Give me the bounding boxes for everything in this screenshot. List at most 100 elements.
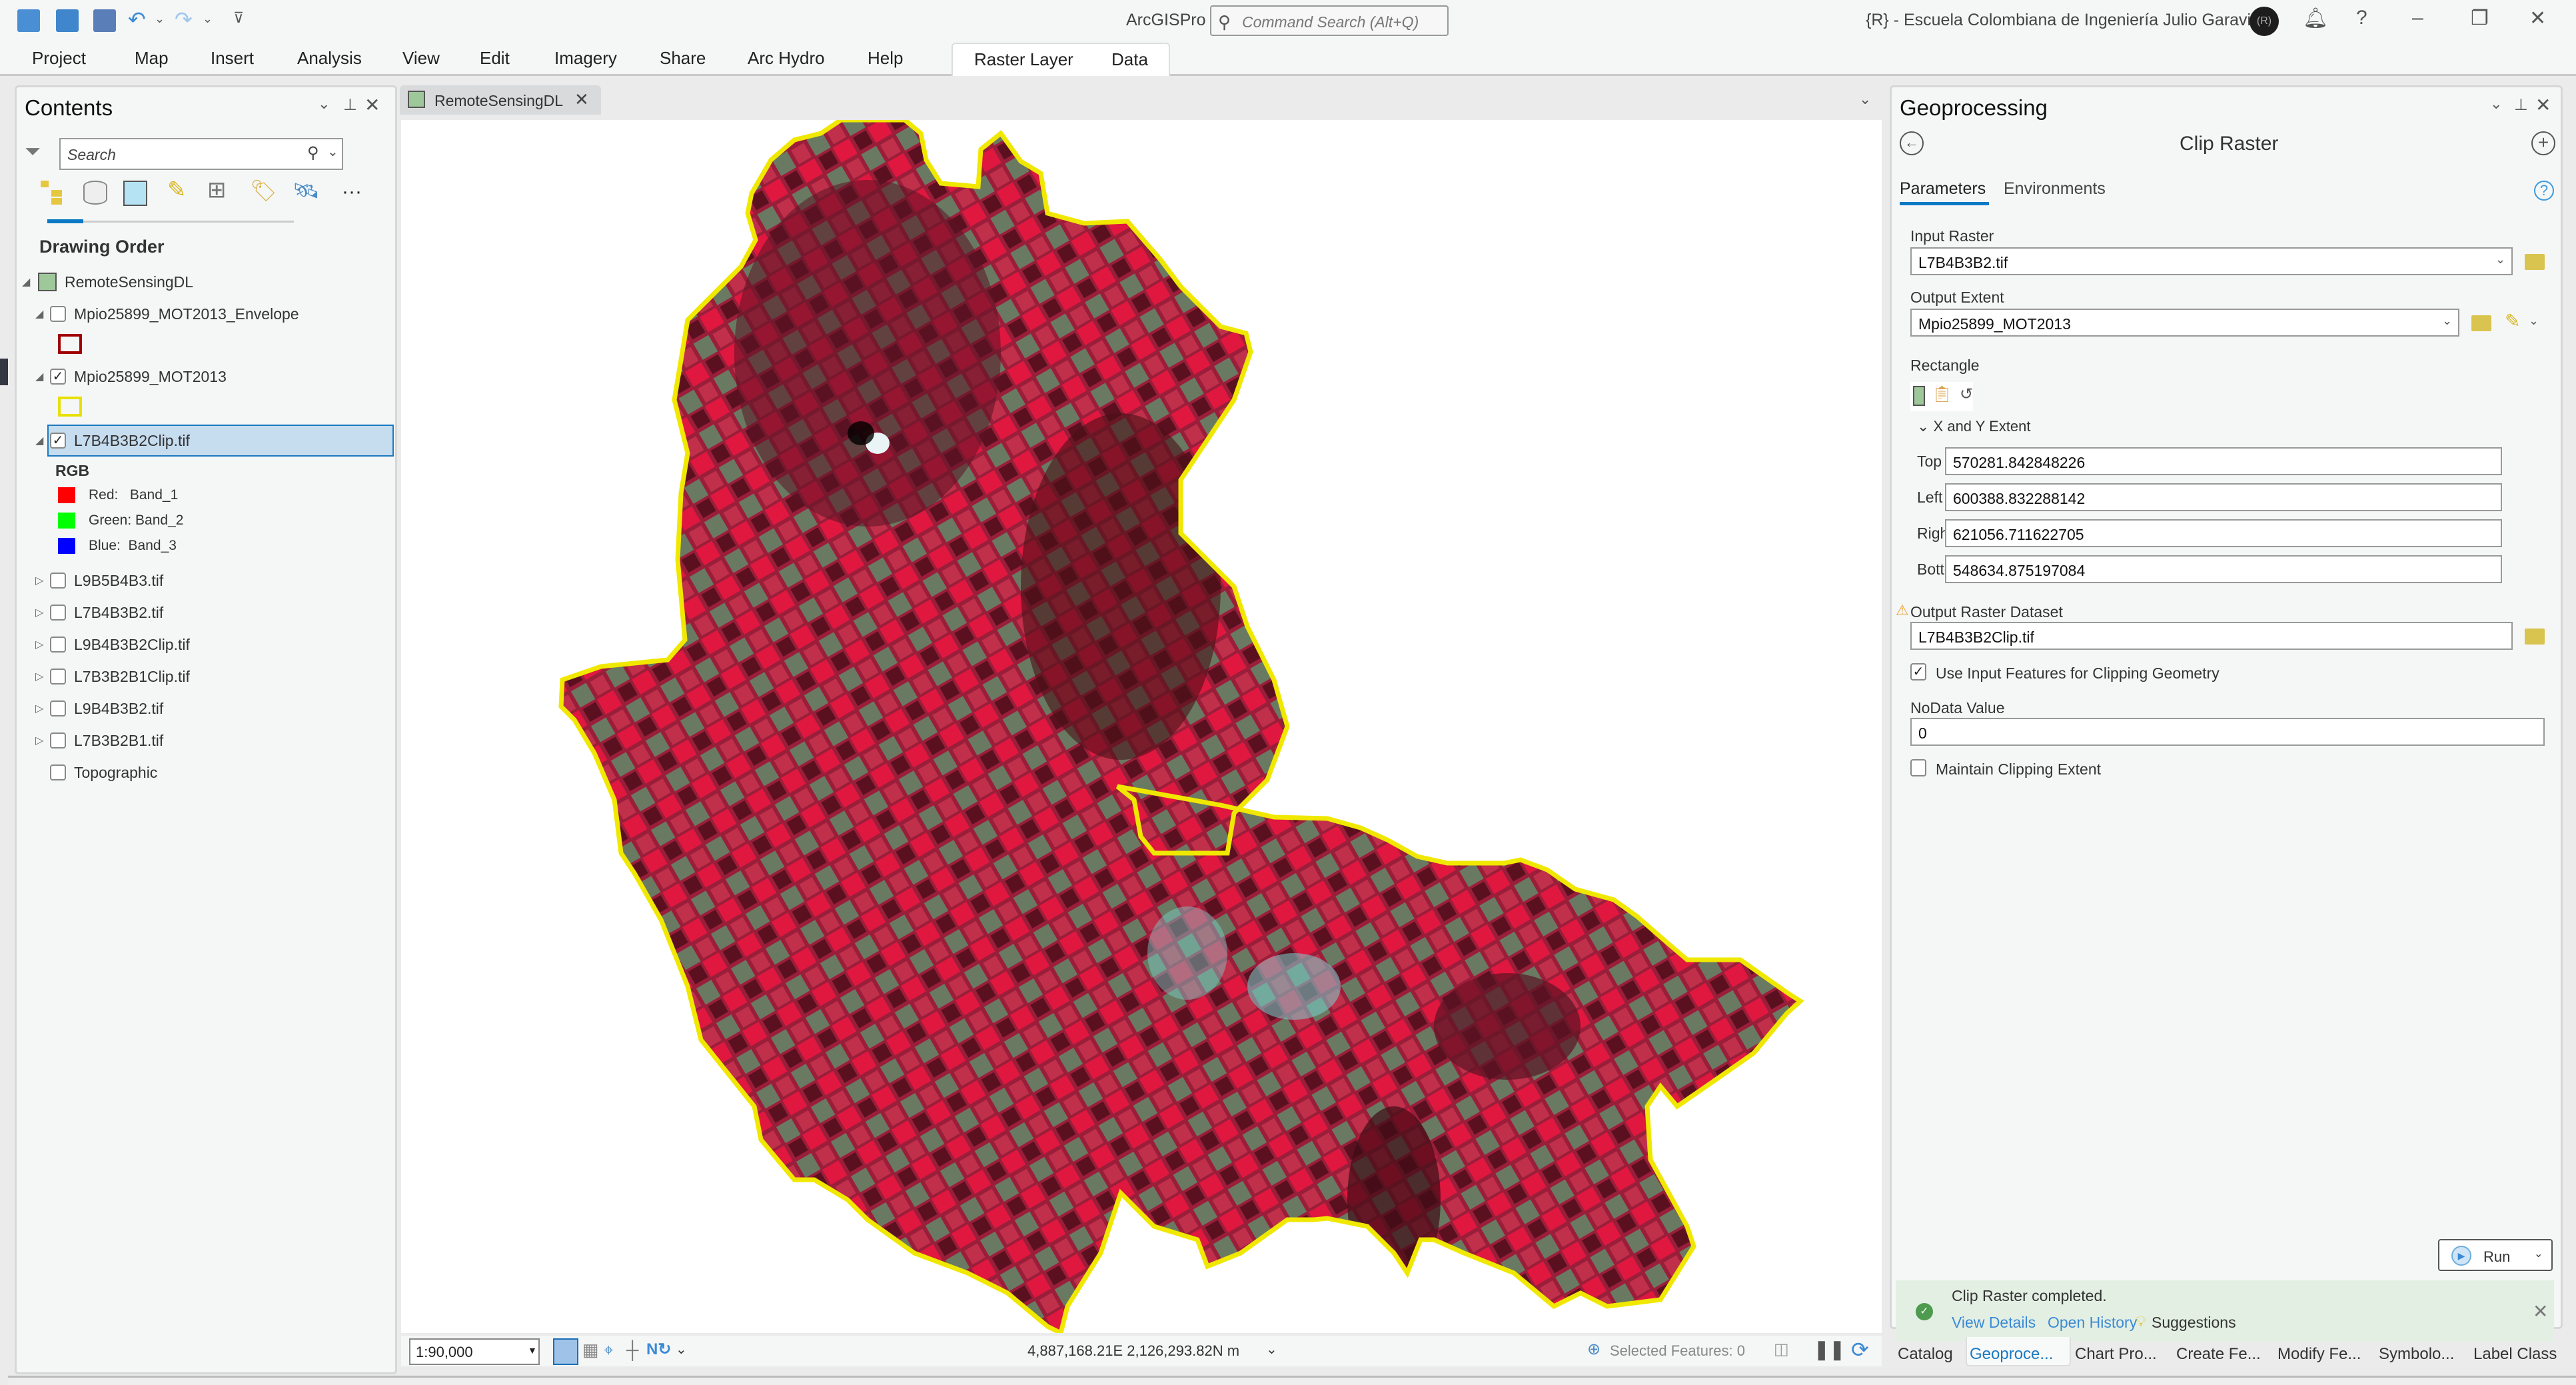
output-extent-dropdown[interactable]: Mpio25899_MOT2013 ⌄	[1910, 309, 2459, 337]
layer-row[interactable]: ◢ ✓ Mpio25899_MOT2013	[35, 363, 227, 390]
scale-selector[interactable]: 1:90,000 ▼	[409, 1338, 540, 1365]
close-pane-icon[interactable]: ✕	[364, 94, 380, 116]
map-view-tab[interactable]: RemoteSensingDL ✕	[400, 85, 601, 115]
pause-drawing-icon[interactable]: ❚❚	[1814, 1338, 1845, 1360]
layer-row[interactable]: ▷ L9B4B3B2Clip.tif	[35, 631, 190, 658]
layer-row[interactable]: ▷ L9B5B4B3.tif	[35, 567, 163, 594]
layer-visibility-checkbox[interactable]	[50, 306, 66, 322]
snapping-toggle-icon[interactable]: ⌖	[604, 1340, 614, 1361]
refresh-icon[interactable]: ⟳	[1851, 1337, 1869, 1362]
tab-catalog[interactable]: Catalog	[1898, 1345, 1953, 1364]
north-arrow-rotation-icon[interactable]: N↻	[646, 1340, 671, 1359]
close-pane-icon[interactable]: ✕	[2535, 94, 2551, 116]
reset-extent-icon[interactable]: ↺	[1960, 385, 1973, 404]
layer-visibility-checkbox[interactable]	[50, 637, 66, 653]
undo-dropdown-icon[interactable]: ⌄	[155, 12, 165, 26]
open-project-icon[interactable]	[56, 9, 79, 32]
side-dock-handle[interactable]	[0, 359, 8, 385]
zoom-to-selection-icon[interactable]: ⊕	[1587, 1340, 1601, 1359]
tab-parameters[interactable]: Parameters	[1900, 179, 1986, 199]
tab-analysis[interactable]: Analysis	[297, 48, 362, 69]
dismiss-message-icon[interactable]: ✕	[2533, 1300, 2548, 1322]
layer-visibility-checkbox[interactable]: ✓	[50, 369, 66, 385]
input-raster-dropdown[interactable]: L7B4B3B2.tif ⌄	[1910, 247, 2513, 275]
clear-selection-icon[interactable]: ◫	[1774, 1340, 1789, 1359]
tab-data[interactable]: Data	[1111, 49, 1148, 70]
constraints-toggle-icon[interactable]: ┼	[626, 1340, 638, 1360]
map-node[interactable]: ◢ RemoteSensingDL	[22, 269, 193, 295]
tab-create-features[interactable]: Create Fe...	[2176, 1345, 2261, 1364]
tab-help[interactable]: Help	[868, 48, 903, 69]
contents-search-input[interactable]: Search ⚲ ⌄	[59, 138, 343, 170]
tab-imagery[interactable]: Imagery	[554, 48, 617, 69]
expand-triangle-icon[interactable]: ◢	[35, 307, 50, 321]
browse-folder-icon[interactable]	[2525, 629, 2545, 645]
minimize-button[interactable]: –	[2412, 7, 2423, 29]
draw-extent-chevron-icon[interactable]: ⌄	[2529, 314, 2539, 328]
xy-extent-toggle[interactable]: ⌄ X and Y Extent	[1917, 418, 2031, 435]
more-options-icon[interactable]: ···	[342, 181, 362, 203]
draw-extent-pencil-icon[interactable]: ✎	[2505, 310, 2520, 332]
open-history-link[interactable]: Open History	[2048, 1314, 2137, 1332]
list-by-selection-icon[interactable]	[123, 181, 147, 206]
tab-raster-layer[interactable]: Raster Layer	[974, 49, 1073, 70]
view-options-chevron-icon[interactable]: ⌄	[1859, 91, 1871, 108]
output-raster-input[interactable]: L7B4B3B2Clip.tif	[1910, 622, 2513, 650]
extent-left-input[interactable]: 600388.832288142	[1945, 483, 2502, 511]
tab-label-class[interactable]: Label Class	[2473, 1345, 2557, 1364]
tab-map[interactable]: Map	[135, 48, 169, 69]
expand-triangle-icon[interactable]: ◢	[35, 370, 50, 383]
tab-modify-features[interactable]: Modify Fe...	[2277, 1345, 2361, 1364]
basemap-row[interactable]: Topographic	[35, 759, 157, 786]
layer-row[interactable]: ▷ L7B3B2B1.tif	[35, 727, 163, 754]
list-by-data-source-icon[interactable]	[83, 181, 107, 205]
expand-triangle-icon[interactable]: ◢	[22, 275, 37, 289]
collapse-triangle-icon[interactable]: ▷	[35, 734, 50, 747]
suggestions-link[interactable]: Suggestions	[2152, 1314, 2236, 1332]
tab-chart-properties[interactable]: Chart Pro...	[2075, 1345, 2157, 1364]
collapse-triangle-icon[interactable]: ▷	[35, 702, 50, 715]
envelope-symbol[interactable]	[58, 334, 82, 354]
list-by-labeling-icon[interactable]: 🏷︎	[250, 178, 277, 203]
navigation-options-chevron-icon[interactable]: ⌄	[676, 1341, 687, 1358]
tab-environments[interactable]: Environments	[2004, 179, 2106, 199]
layer-row[interactable]: ▷ L7B3B2B1Clip.tif	[35, 663, 190, 690]
map-canvas[interactable]	[401, 120, 1882, 1333]
redo-dropdown-icon[interactable]: ⌄	[203, 12, 213, 26]
restore-button[interactable]: ❐	[2471, 7, 2489, 30]
pin-icon[interactable]: ⊥	[2514, 95, 2528, 115]
command-search-input[interactable]: ⚲ Command Search (Alt+Q)	[1210, 5, 1449, 36]
save-project-icon[interactable]	[93, 9, 116, 32]
help-icon[interactable]: ?	[2534, 181, 2554, 201]
filter-icon[interactable]: ⏷	[25, 141, 41, 163]
back-arrow-icon[interactable]: ←	[1900, 131, 1924, 155]
layer-row[interactable]: ▷ L9B4B3B2.tif	[35, 695, 163, 722]
browse-folder-icon[interactable]	[2525, 254, 2545, 270]
pane-options-chevron-icon[interactable]: ⌄	[2490, 95, 2502, 113]
layer-visibility-checkbox[interactable]	[50, 573, 66, 589]
view-details-link[interactable]: View Details	[1952, 1314, 2036, 1332]
help-icon[interactable]: ?	[2356, 7, 2367, 29]
extent-right-input[interactable]: 621056.711622705	[1945, 519, 2502, 547]
list-by-perspective-imagery-icon[interactable]: 🛰︎	[293, 178, 320, 203]
close-window-button[interactable]: ✕	[2529, 7, 2546, 30]
current-display-extent-icon[interactable]	[1913, 386, 1925, 406]
expand-triangle-icon[interactable]: ◢	[35, 434, 50, 447]
collapse-triangle-icon[interactable]: ▷	[35, 638, 50, 651]
paste-extent-icon[interactable]: 📋︎	[1932, 385, 1952, 404]
layer-row[interactable]: ◢ Mpio25899_MOT2013_Envelope	[35, 301, 299, 327]
redo-icon[interactable]: ↷	[175, 7, 193, 32]
tab-symbology[interactable]: Symbolo...	[2379, 1345, 2454, 1364]
list-by-editing-icon[interactable]: ✎	[167, 177, 187, 203]
extent-top-input[interactable]: 570281.842848226	[1945, 447, 2502, 475]
grid-toggle-icon[interactable]: ▦	[582, 1340, 599, 1360]
search-icon[interactable]: ⚲	[307, 143, 319, 163]
tab-arc-hydro[interactable]: Arc Hydro	[748, 48, 825, 69]
new-project-icon[interactable]	[17, 9, 40, 32]
add-to-favorites-icon[interactable]: +	[2531, 131, 2555, 155]
search-options-chevron-icon[interactable]: ⌄	[327, 143, 338, 160]
run-button[interactable]: ▶ Run ⌄	[2438, 1239, 2553, 1271]
layer-row[interactable]: ▷ L7B4B3B2.tif	[35, 599, 163, 626]
list-by-snapping-icon[interactable]: ⊞	[207, 177, 227, 203]
use-input-features-checkbox[interactable]: ✓	[1910, 663, 1926, 681]
